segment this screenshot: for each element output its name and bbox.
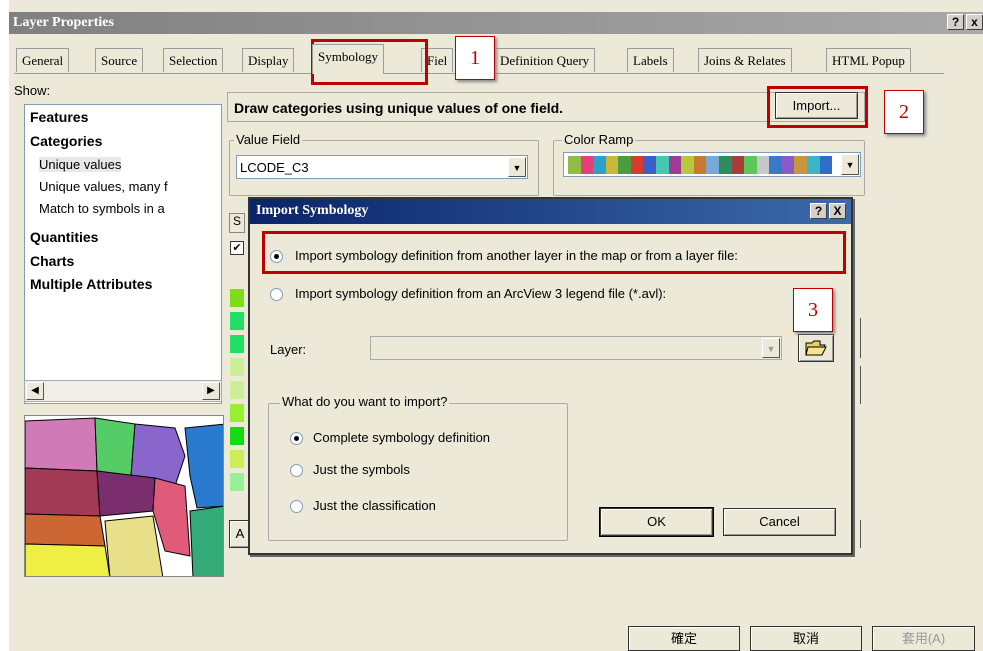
ramp-color-swatch [693, 156, 707, 174]
ramp-color-swatch [593, 156, 606, 174]
tab-source[interactable]: Source [95, 48, 144, 72]
dialog-ok-button[interactable]: OK [600, 508, 713, 536]
layer-label: Layer: [270, 342, 307, 357]
value-field-value: LCODE_C3 [240, 160, 309, 175]
title-bar: Layer Properties ? x [9, 12, 983, 34]
ramp-color-swatch [630, 156, 644, 174]
legend-color-swatch [230, 473, 244, 491]
ramp-color-swatch [568, 156, 581, 174]
value-field-label: Value Field [234, 132, 303, 147]
ramp-color-swatch [656, 156, 669, 174]
dialog-close-button[interactable]: X [829, 203, 846, 219]
tree-features[interactable]: Features [30, 109, 88, 125]
tree-charts[interactable]: Charts [30, 253, 74, 269]
partial-button-edge [855, 366, 861, 404]
preview-map [24, 415, 224, 577]
option-avl-radio[interactable] [270, 288, 283, 301]
ramp-color-swatch [668, 156, 682, 174]
footer-ok-button[interactable]: 確定 [628, 626, 740, 651]
ramp-color-swatch [731, 156, 745, 174]
choice-classification-radio[interactable] [290, 500, 303, 513]
tab-display[interactable]: Display [242, 48, 295, 72]
legend-color-swatch [230, 381, 244, 399]
ramp-color-swatch [819, 156, 833, 174]
partial-button-edge [855, 318, 861, 358]
ramp-color-swatch [681, 156, 694, 174]
ramp-color-swatch [643, 156, 657, 174]
close-button[interactable]: x [966, 14, 983, 30]
browse-button[interactable] [798, 334, 834, 362]
tab-joins-relates[interactable]: Joins & Relates [698, 48, 792, 72]
folder-open-icon [805, 340, 827, 356]
footer-cancel-button[interactable]: 取消 [750, 626, 862, 651]
legend-color-swatch [230, 335, 244, 353]
choice-complete-radio[interactable] [290, 432, 303, 445]
dialog-help-button[interactable]: ? [810, 203, 827, 219]
ramp-color-swatch [781, 156, 795, 174]
callout-box-import-option [262, 231, 846, 274]
value-field-combo[interactable]: LCODE_C3 ▼ [236, 155, 528, 179]
tree-match-symbols[interactable]: Match to symbols in a [39, 201, 165, 216]
tab-symbology[interactable]: Symbology [312, 44, 384, 74]
callout-badge-3: 3 [793, 288, 833, 332]
ramp-color-swatch [806, 156, 820, 174]
partial-button-edge [855, 520, 861, 548]
tab-definition-query[interactable]: Definition Query [494, 48, 596, 72]
ramp-color-swatch [756, 156, 770, 174]
tree-unique-values[interactable]: Unique values [39, 157, 122, 172]
check-all-checkbox[interactable]: ✔ [230, 241, 244, 255]
ramp-color-swatch [718, 156, 732, 174]
tree-horizontal-scrollbar[interactable]: ◀ ▶ [24, 380, 222, 402]
tab-labels[interactable]: Labels [627, 48, 674, 72]
footer-apply-button[interactable]: 套用(A) [872, 626, 975, 651]
legend-color-swatch [230, 450, 244, 468]
choice-symbols-radio[interactable] [290, 464, 303, 477]
color-ramp-swatch [568, 156, 833, 174]
dialog-cancel-button[interactable]: Cancel [723, 508, 836, 536]
choice-classification-label[interactable]: Just the classification [313, 498, 436, 513]
tree-quantities[interactable]: Quantities [30, 229, 98, 245]
legend-color-swatch [230, 358, 244, 376]
scroll-left-icon[interactable]: ◀ [26, 382, 44, 400]
show-tree: Features Categories Unique values Unique… [24, 104, 222, 404]
legend-color-swatch [230, 427, 244, 445]
tree-multiple-attributes[interactable]: Multiple Attributes [30, 276, 152, 292]
ramp-color-swatch [744, 156, 757, 174]
ramp-color-swatch [618, 156, 631, 174]
show-label: Show: [14, 83, 51, 98]
help-button[interactable]: ? [947, 14, 964, 30]
ramp-color-swatch [769, 156, 782, 174]
option-avl-label[interactable]: Import symbology definition from an ArcV… [295, 286, 666, 301]
tree-categories[interactable]: Categories [30, 133, 102, 149]
import-what-label: What do you want to import? [280, 394, 450, 409]
ramp-color-swatch [605, 156, 619, 174]
chevron-down-icon[interactable]: ▼ [762, 338, 780, 358]
ramp-color-swatch [580, 156, 594, 174]
choice-symbols-label[interactable]: Just the symbols [313, 462, 410, 477]
scroll-right-icon[interactable]: ▶ [202, 382, 220, 400]
dialog-title: Import Symbology [256, 203, 369, 218]
layer-combo[interactable]: ▼ [370, 336, 782, 360]
dialog-title-bar: Import Symbology ? X [250, 199, 851, 224]
legend-color-swatch [230, 289, 244, 307]
tab-general[interactable]: General [16, 48, 70, 72]
window-title: Layer Properties [13, 15, 114, 30]
tab-selection[interactable]: Selection [163, 48, 224, 72]
callout-badge-1: 1 [455, 36, 495, 80]
chevron-down-icon[interactable]: ▼ [841, 154, 859, 175]
color-ramp-label: Color Ramp [562, 132, 636, 147]
ramp-color-swatch [706, 156, 719, 174]
legend-color-swatch [230, 312, 244, 330]
legend-color-swatch [230, 404, 244, 422]
preview-map-image [25, 416, 223, 576]
callout-box-import [767, 86, 868, 128]
description-text: Draw categories using unique values of o… [234, 100, 564, 116]
choice-complete-label[interactable]: Complete symbology definition [313, 430, 490, 445]
partial-column-tab[interactable]: S [229, 213, 245, 233]
tree-unique-values-many[interactable]: Unique values, many f [39, 179, 168, 194]
tab-html-popup[interactable]: HTML Popup [826, 48, 911, 72]
callout-badge-2: 2 [884, 90, 924, 134]
ramp-color-swatch [794, 156, 807, 174]
chevron-down-icon[interactable]: ▼ [508, 157, 526, 177]
